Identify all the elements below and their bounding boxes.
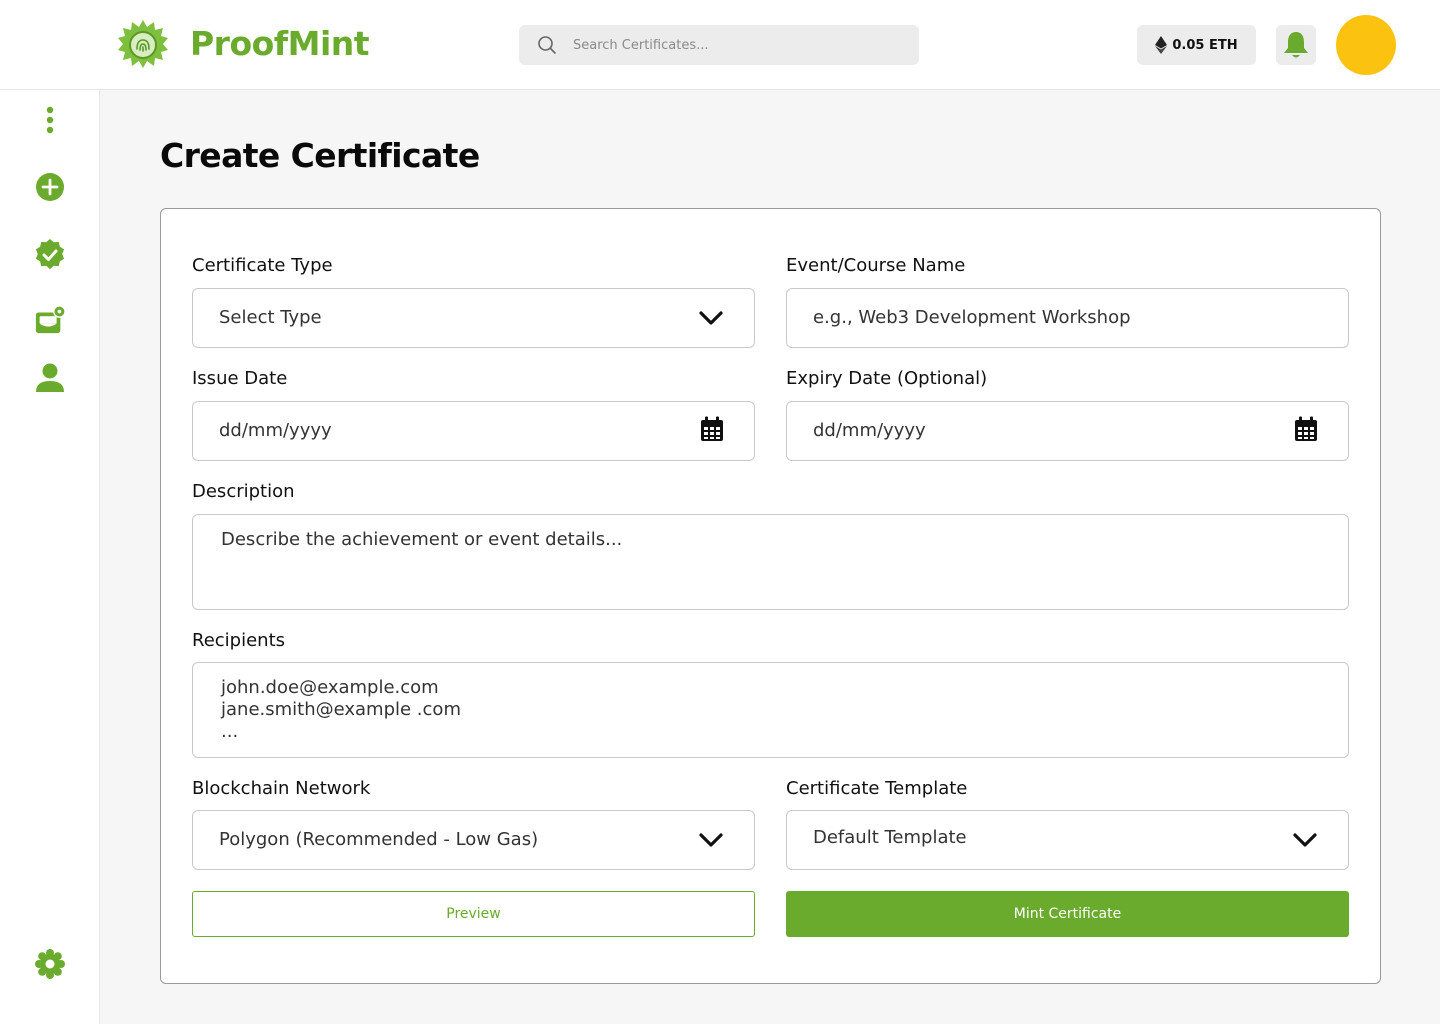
description-label: Description — [192, 481, 295, 502]
event-name-input[interactable]: e.g., Web3 Development Workshop — [786, 288, 1349, 348]
event-name-placeholder: e.g., Web3 Development Workshop — [813, 307, 1131, 328]
add-circle-icon — [36, 173, 64, 201]
sidebar-item-verify[interactable] — [34, 239, 66, 271]
page-title: Create Certificate — [160, 136, 480, 175]
calendar-icon[interactable] — [1294, 416, 1318, 442]
description-placeholder: Describe the achievement or event detail… — [221, 529, 623, 550]
preview-button[interactable]: Preview — [192, 891, 755, 937]
wallet-settings-icon — [35, 305, 66, 334]
search-icon — [538, 36, 556, 54]
ethereum-icon — [1155, 36, 1168, 54]
issue-date-label: Issue Date — [192, 368, 288, 389]
more-vertical-icon — [46, 106, 54, 134]
recipient-line: jane.smith@example .com — [221, 699, 461, 720]
chevron-down-icon — [1293, 833, 1317, 847]
search-bar — [519, 25, 919, 65]
network-value: Polygon (Recommended - Low Gas) — [219, 829, 539, 850]
mint-certificate-button[interactable]: Mint Certificate — [786, 891, 1349, 937]
sidebar-item-settings[interactable] — [34, 948, 66, 980]
expiry-date-label: Expiry Date (Optional) — [786, 368, 988, 389]
wallet-balance-button[interactable]: 0.05 ETH — [1137, 25, 1256, 65]
sidebar-item-profile[interactable] — [34, 362, 66, 394]
certificate-type-value: Select Type — [219, 307, 322, 328]
top-header: ProofMint 0.05 ETH — [0, 0, 1440, 90]
create-certificate-form: Certificate Type Select Type Event/Cours… — [160, 208, 1381, 984]
recipients-textarea[interactable]: john.doe@example.com jane.smith@example … — [192, 662, 1349, 758]
issue-date-placeholder: dd/mm/yyyy — [219, 420, 332, 441]
recipients-list: john.doe@example.com jane.smith@example … — [221, 677, 461, 743]
user-avatar[interactable] — [1336, 15, 1396, 75]
sidebar-item-menu[interactable] — [34, 104, 66, 136]
chevron-down-icon — [699, 833, 723, 847]
recipient-line: john.doe@example.com — [221, 677, 439, 698]
search-input[interactable] — [573, 25, 903, 65]
wallet-balance-text: 0.05 ETH — [1172, 37, 1238, 53]
template-select[interactable]: Default Template — [786, 810, 1349, 870]
network-select[interactable]: Polygon (Recommended - Low Gas) — [192, 810, 755, 870]
sidebar — [0, 90, 100, 1024]
verified-badge-icon — [35, 239, 65, 270]
calendar-icon[interactable] — [700, 416, 724, 442]
proofmint-logo-icon[interactable] — [116, 18, 170, 70]
issue-date-input[interactable]: dd/mm/yyyy — [192, 401, 755, 461]
template-value: Default Template — [813, 827, 967, 848]
certificate-type-select[interactable]: Select Type — [192, 288, 755, 348]
settings-gear-icon — [35, 949, 65, 979]
user-icon — [36, 363, 64, 392]
notifications-button[interactable] — [1276, 25, 1316, 65]
bell-icon — [1284, 32, 1308, 58]
network-label: Blockchain Network — [192, 778, 371, 799]
recipient-line: ... — [221, 721, 239, 742]
sidebar-item-create[interactable] — [34, 171, 66, 203]
brand-name[interactable]: ProofMint — [190, 24, 370, 63]
expiry-date-input[interactable]: dd/mm/yyyy — [786, 401, 1349, 461]
description-textarea[interactable]: Describe the achievement or event detail… — [192, 514, 1349, 610]
chevron-down-icon — [699, 311, 723, 325]
recipients-label: Recipients — [192, 630, 286, 651]
event-name-label: Event/Course Name — [786, 255, 966, 276]
certificate-type-label: Certificate Type — [192, 255, 333, 276]
template-label: Certificate Template — [786, 778, 968, 799]
expiry-date-placeholder: dd/mm/yyyy — [813, 420, 926, 441]
sidebar-item-wallet[interactable] — [34, 304, 66, 336]
